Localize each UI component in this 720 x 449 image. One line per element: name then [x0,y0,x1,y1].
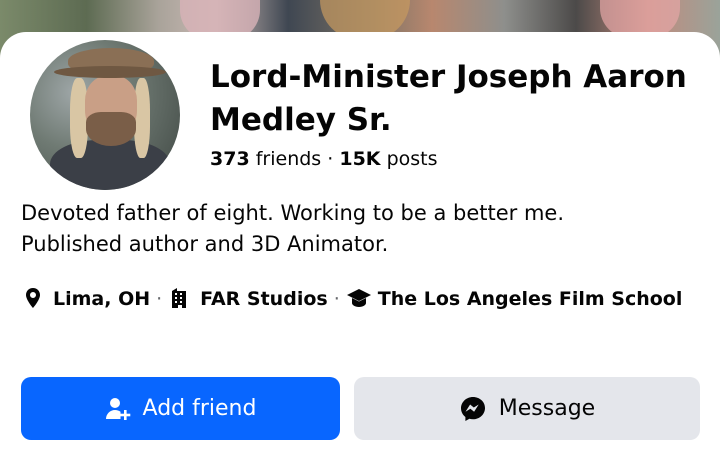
location-pin-icon [21,286,47,310]
graduation-cap-icon [346,286,372,310]
message-button[interactable]: Message [354,377,700,440]
friends-count[interactable]: 373 [210,148,250,170]
add-friend-button[interactable]: Add friend [21,377,340,440]
education-text[interactable]: The Los Angeles Film School [378,288,683,310]
avatar-beard [86,112,136,146]
location-text[interactable]: Lima, OH [53,288,150,310]
avatar-hat-brim [54,66,166,78]
bio-line: Devoted father of eight. Working to be a… [21,201,565,225]
avatar-shirt [50,140,170,190]
posts-label: posts [386,148,438,170]
profile-card: Lord-Minister Joseph Aaron Medley Sr. 37… [0,32,720,449]
building-icon [168,286,194,310]
posts-count: 15K [339,148,381,170]
details-separator: · [156,288,163,310]
profile-details: Lima, OH · FAR Studios · The Los Angeles F… [21,285,711,313]
messenger-icon [460,396,485,421]
profile-name: Lord-Minister Joseph Aaron Medley Sr. [210,59,687,138]
add-friend-label: Add friend [142,396,257,421]
message-label: Message [498,396,596,421]
avatar-hair-right [134,78,150,158]
profile-stats: 373 friends · 15K posts [210,148,438,170]
add-friend-icon [105,397,130,420]
profile-avatar[interactable] [25,35,185,195]
details-separator: · [333,288,340,310]
friends-label[interactable]: friends [256,148,321,170]
avatar-photo [30,40,180,190]
stats-separator: · [327,148,334,170]
work-text[interactable]: FAR Studios [200,288,328,310]
bio-line: Published author and 3D Animator. [21,232,389,256]
profile-bio: Devoted father of eight. Working to be a… [21,198,701,260]
